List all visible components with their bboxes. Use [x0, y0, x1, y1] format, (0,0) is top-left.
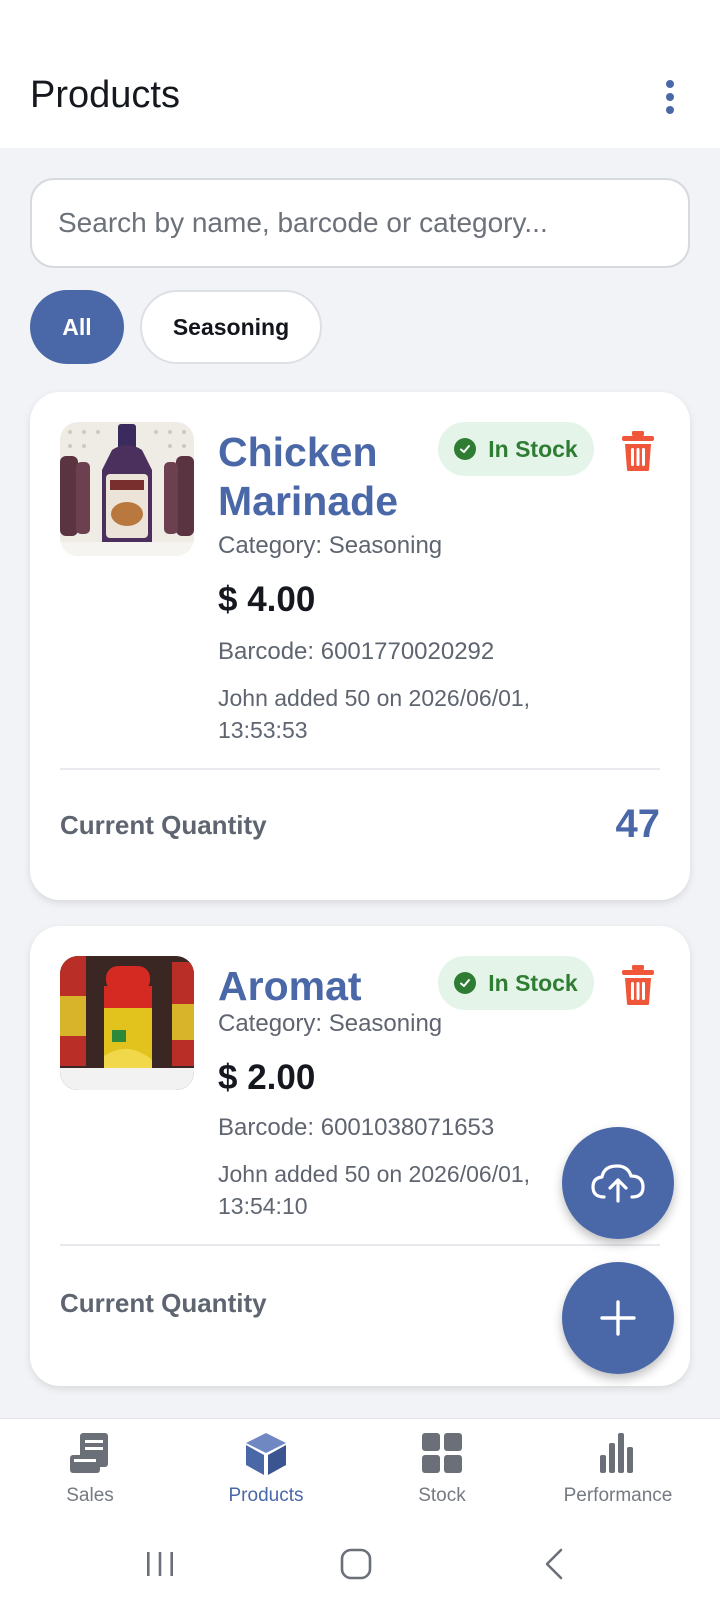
bottom-navigation: Sales Products Stock Performance [0, 1418, 720, 1528]
filter-chip-all[interactable]: All [30, 290, 124, 364]
product-image [60, 422, 194, 556]
search-input[interactable] [30, 178, 690, 268]
recent-apps-button[interactable] [120, 1528, 200, 1600]
last-stock-update: John added 50 on 2026/06/01, 13:53:53 [218, 685, 531, 743]
stock-status-badge: In Stock [438, 956, 594, 1010]
product-price: $ 2.00 [218, 1058, 316, 1097]
quantity-label: Current Quantity [60, 810, 267, 840]
product-image [60, 956, 194, 1090]
nav-item-performance[interactable]: Performance [528, 1419, 708, 1529]
product-name[interactable]: Chicken Marinade [218, 428, 428, 526]
app-bar: Products [0, 0, 720, 148]
more-vert-icon-dot [666, 93, 674, 101]
product-card[interactable]: Chicken Marinade In Stock Category: Seas… [30, 392, 690, 900]
nav-item-stock[interactable]: Stock [352, 1419, 532, 1529]
product-barcode: Barcode: 6001038071653 [218, 1114, 495, 1141]
quantity-value: 47 [615, 802, 661, 846]
grid-icon [422, 1433, 462, 1473]
nav-label: Stock [418, 1485, 466, 1506]
bar-chart-icon [600, 1433, 633, 1473]
check-circle-icon [454, 438, 477, 460]
divider [60, 768, 660, 770]
nav-label: Products [228, 1485, 304, 1506]
add-product-button[interactable] [562, 1262, 674, 1374]
receipt-icon [70, 1433, 108, 1473]
stock-status-label: In Stock [488, 435, 578, 462]
home-icon [340, 1548, 372, 1580]
filter-chip-seasoning[interactable]: Seasoning [140, 290, 322, 364]
home-button[interactable] [316, 1528, 396, 1600]
product-price: $ 4.00 [218, 580, 316, 619]
cloud-upload-icon [591, 1164, 645, 1203]
system-navigation-bar [0, 1528, 720, 1600]
trash-icon [622, 431, 654, 471]
stock-status-label: In Stock [488, 969, 578, 996]
delete-button[interactable] [620, 430, 656, 472]
cube-icon [246, 1433, 286, 1475]
product-name[interactable]: Aromat [218, 962, 438, 1011]
delete-button[interactable] [620, 964, 656, 1006]
check-circle-icon [454, 972, 477, 994]
product-category: Category: Seasoning [218, 532, 443, 559]
last-stock-update: John added 50 on 2026/06/01, 13:54:10 [218, 1161, 531, 1219]
upload-button[interactable] [562, 1127, 674, 1239]
back-icon [545, 1548, 563, 1580]
more-vert-icon-dot [666, 106, 674, 114]
plus-icon [600, 1300, 636, 1336]
stock-status-badge: In Stock [438, 422, 594, 476]
trash-icon [622, 965, 654, 1005]
product-category: Category: Seasoning [218, 1010, 443, 1037]
nav-label: Sales [66, 1485, 114, 1506]
nav-item-products[interactable]: Products [176, 1419, 356, 1529]
more-options-button[interactable] [650, 76, 690, 118]
nav-item-sales[interactable]: Sales [0, 1419, 180, 1529]
page-title: Products [30, 74, 180, 116]
back-button[interactable] [514, 1528, 594, 1600]
divider [60, 1244, 660, 1246]
nav-label: Performance [563, 1485, 673, 1506]
quantity-label: Current Quantity [60, 1288, 267, 1318]
recent-apps-icon [147, 1552, 173, 1576]
product-barcode: Barcode: 6001770020292 [218, 638, 495, 665]
more-vert-icon [666, 80, 674, 88]
